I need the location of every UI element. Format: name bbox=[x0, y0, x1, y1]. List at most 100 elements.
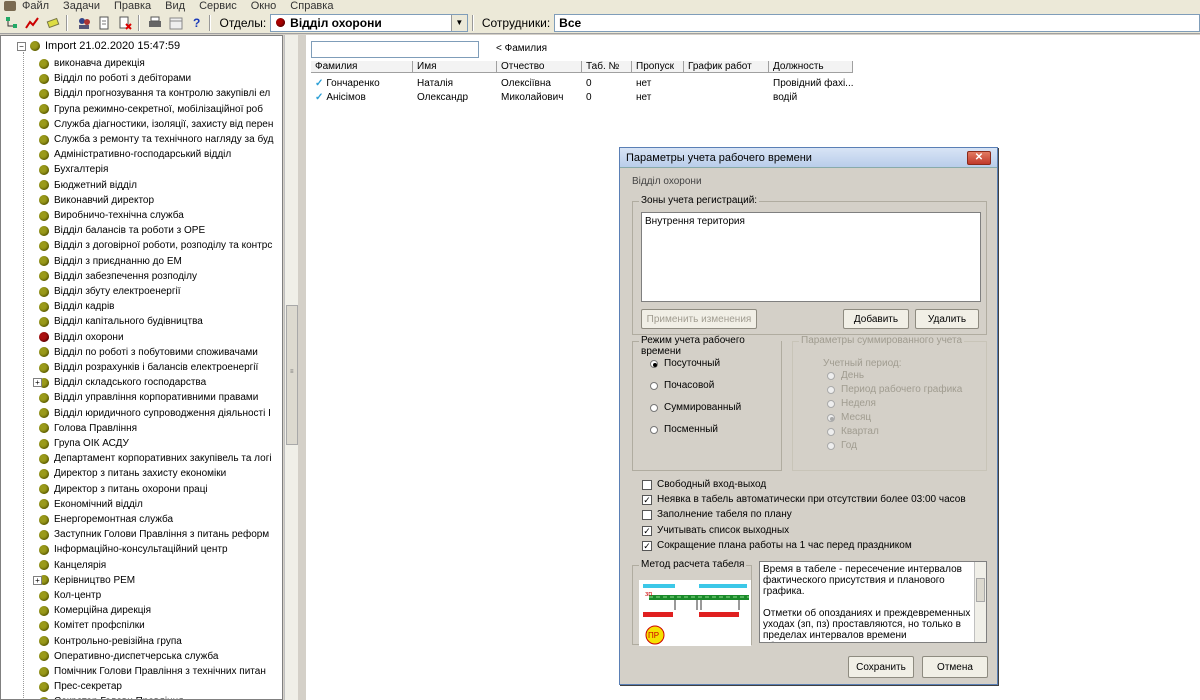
expand-icon[interactable]: + bbox=[33, 378, 42, 388]
col-header[interactable]: Отчество bbox=[497, 61, 582, 73]
col-header[interactable]: Пропуск bbox=[632, 61, 684, 73]
menu-view[interactable]: Вид bbox=[165, 0, 185, 12]
delete-doc-icon[interactable] bbox=[116, 14, 134, 32]
radio-daily[interactable]: Посуточный bbox=[650, 358, 720, 369]
tree-item[interactable]: Секретар Голови Правління bbox=[39, 694, 184, 699]
tree-item[interactable]: Відділ юридичного супроводження діяльнос… bbox=[39, 406, 271, 421]
tree-item[interactable]: Голова Правління bbox=[39, 421, 137, 436]
tree-item[interactable]: Відділ збуту електроенергії bbox=[39, 284, 181, 299]
tree-item[interactable]: Група режимно-секретної, мобілізаційної … bbox=[39, 102, 263, 117]
scroll-thumb[interactable]: ≡ bbox=[286, 305, 298, 445]
radio-period-week[interactable]: Неделя bbox=[827, 398, 876, 409]
tree-item[interactable]: Контрольно-ревізійна група bbox=[39, 634, 182, 649]
print-icon[interactable] bbox=[147, 14, 165, 32]
tree-item[interactable]: Комерційна дирекція bbox=[39, 603, 151, 618]
menu-tasks[interactable]: Задачи bbox=[63, 0, 100, 12]
tree-item[interactable]: Відділ розрахунків і балансів електроене… bbox=[39, 360, 258, 375]
document-icon[interactable] bbox=[95, 14, 113, 32]
tree-root[interactable]: − Import 21.02.2020 15:47:59 bbox=[17, 39, 180, 53]
tree-item[interactable]: Департамент корпоративних закупівель та … bbox=[39, 451, 272, 466]
tree-item[interactable]: Бюджетний відділ bbox=[39, 178, 137, 193]
employees-filter[interactable]: Все bbox=[554, 13, 1200, 32]
menu-service[interactable]: Сервис bbox=[199, 0, 237, 12]
tree-item[interactable]: Оперативно-диспетчерська служба bbox=[39, 649, 218, 664]
tree-icon[interactable] bbox=[3, 14, 21, 32]
eraser-icon[interactable] bbox=[44, 14, 62, 32]
tree-item[interactable]: Відділ управління корпоративними правами bbox=[39, 390, 258, 405]
free-entry-checkbox[interactable]: Свободный вход-выход bbox=[642, 479, 766, 490]
calendar-icon[interactable] bbox=[167, 14, 185, 32]
method-scrollbar[interactable] bbox=[974, 562, 986, 642]
tree-item[interactable]: Енергоремонтная служба bbox=[39, 512, 173, 527]
col-header[interactable]: Имя bbox=[413, 61, 497, 73]
tree-scrollbar[interactable]: ≡ bbox=[284, 35, 298, 700]
holidays-checkbox[interactable]: ✓ Учитывать список выходных bbox=[642, 525, 789, 536]
tree-item[interactable]: Відділ по роботі з побутовими споживачам… bbox=[39, 345, 258, 360]
tree-item[interactable]: Інформаційно-консультаційний центр bbox=[39, 542, 228, 557]
tree-item[interactable]: Виконавчий директор bbox=[39, 193, 154, 208]
radio-shift[interactable]: Посменный bbox=[650, 424, 718, 435]
tree-item[interactable]: Група ОІК АСДУ bbox=[39, 436, 129, 451]
tree-item[interactable]: Відділ з приєднанню до ЕМ bbox=[39, 254, 182, 269]
save-button[interactable]: Сохранить bbox=[848, 656, 914, 678]
chart-icon[interactable] bbox=[24, 14, 42, 32]
tree-item[interactable]: Відділ з договірної роботи, розподілу та… bbox=[39, 238, 272, 253]
col-header[interactable]: Фамилия bbox=[311, 61, 413, 73]
close-icon[interactable]: ✕ bbox=[967, 151, 991, 165]
tree-item[interactable]: Комітет профспілки bbox=[39, 618, 145, 633]
tree-item[interactable]: Бухгалтерія bbox=[39, 162, 108, 177]
col-header[interactable]: Таб. № bbox=[582, 61, 632, 73]
plan-fill-checkbox[interactable]: Заполнение табеля по плану bbox=[642, 509, 792, 520]
collapse-icon[interactable]: − bbox=[17, 41, 26, 51]
dialog-titlebar[interactable]: Параметры учета рабочего времени ✕ bbox=[620, 148, 997, 168]
preholiday-checkbox[interactable]: ✓ Сокращение плана работы на 1 час перед … bbox=[642, 540, 912, 551]
tree-item[interactable]: Кол-центр bbox=[39, 588, 101, 603]
tree-item[interactable]: Відділ балансів та роботи з ОРЕ bbox=[39, 223, 205, 238]
list-item[interactable]: Внутрення територия bbox=[645, 216, 977, 227]
menu-edit[interactable]: Правка bbox=[114, 0, 151, 12]
tree-item[interactable]: Відділ охорони bbox=[39, 330, 124, 345]
tree-item[interactable]: Виробничо-технічна служба bbox=[39, 208, 184, 223]
tree-item[interactable]: Відділ прогнозування та контролю закупів… bbox=[39, 86, 270, 101]
col-header[interactable]: Должность bbox=[769, 61, 853, 73]
table-row[interactable]: ✓ Анісімов Олександр Миколайович 0 нет во… bbox=[311, 90, 853, 104]
tree-item[interactable]: виконавча дирекція bbox=[39, 56, 145, 71]
tree-item[interactable]: Канцелярія bbox=[39, 558, 106, 573]
users-icon[interactable] bbox=[75, 14, 93, 32]
tree-item[interactable]: Адміністративно-господарський відділ bbox=[39, 147, 231, 162]
menu-help[interactable]: Справка bbox=[290, 0, 333, 12]
radio-period-quarter[interactable]: Квартал bbox=[827, 426, 879, 437]
radio-period-year[interactable]: Год bbox=[827, 440, 857, 451]
tree-item[interactable]: Прес-секретар bbox=[39, 679, 122, 694]
tree-item[interactable]: Директор з питань захисту економіки bbox=[39, 466, 226, 481]
menu-file[interactable]: Файл bbox=[22, 0, 49, 12]
tree-item[interactable]: Відділ по роботі з дебіторами bbox=[39, 71, 191, 86]
radio-period-schedule[interactable]: Период рабочего графика bbox=[827, 384, 962, 395]
zones-list[interactable]: Внутрення територия bbox=[641, 212, 981, 302]
radio-hourly[interactable]: Почасовой bbox=[650, 380, 714, 391]
table-row[interactable]: ✓ Гончаренко Наталія Олексіївна 0 нет Про… bbox=[311, 76, 853, 90]
tree-item[interactable]: Служба з ремонту та технічного нагляду з… bbox=[39, 132, 273, 147]
department-select[interactable]: Відділ охорони ▼ bbox=[270, 13, 468, 32]
add-button[interactable]: Добавить bbox=[843, 309, 909, 329]
col-header[interactable]: График работ bbox=[684, 61, 769, 73]
expand-icon[interactable]: + bbox=[33, 575, 42, 585]
search-input[interactable] bbox=[311, 41, 479, 58]
apply-changes-button[interactable]: Применить изменения bbox=[641, 309, 757, 329]
tree-item[interactable]: Директор з питань охорони праці bbox=[39, 482, 208, 497]
delete-button[interactable]: Удалить bbox=[915, 309, 979, 329]
auto-absence-checkbox[interactable]: ✓ Неявка в табель автоматически при отсут… bbox=[642, 494, 966, 505]
tree-item[interactable]: Заступник Голови Правління з питань рефо… bbox=[39, 527, 269, 542]
chevron-down-icon[interactable]: ▼ bbox=[450, 14, 467, 31]
tree-item[interactable]: Відділ кадрів bbox=[39, 299, 114, 314]
help-icon[interactable]: ? bbox=[188, 14, 206, 32]
radio-period-month[interactable]: Месяц bbox=[827, 412, 871, 423]
menu-window[interactable]: Окно bbox=[251, 0, 277, 12]
splitter[interactable] bbox=[298, 35, 306, 700]
tree-item[interactable]: Служба діагностики, ізоляції, захисту ві… bbox=[39, 117, 273, 132]
radio-summed[interactable]: Суммированный bbox=[650, 402, 741, 413]
tree-item[interactable]: Відділ капітального будівництва bbox=[39, 314, 203, 329]
tree-item[interactable]: + Керівництво РЕМ bbox=[33, 573, 135, 588]
tree-item[interactable]: Помічник Голови Правління з технічних пи… bbox=[39, 664, 266, 679]
department-tree[interactable]: − Import 21.02.2020 15:47:59 виконавча д… bbox=[0, 35, 283, 700]
